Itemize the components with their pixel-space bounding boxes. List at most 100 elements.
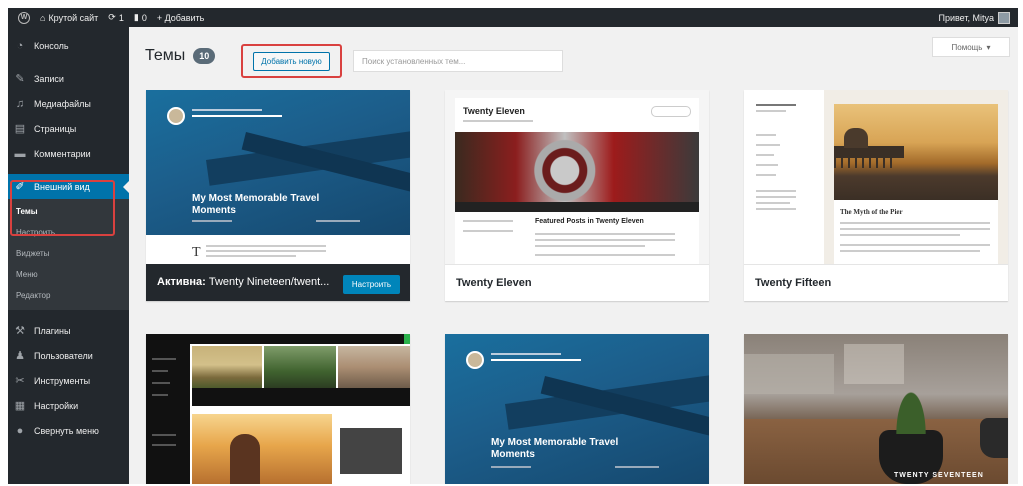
main-content: Темы 10 Добавить новую Поиск установленн… [129, 27, 1018, 484]
sidebar-item-settings[interactable]: ▦ Настройки [8, 393, 129, 418]
theme-card[interactable]: Twenty Eleven Featured Posts in Twenty E… [445, 90, 709, 301]
media-icon: ♫ [15, 97, 25, 110]
updates-count: 1 [118, 12, 124, 23]
submenu-menus[interactable]: Меню [8, 264, 129, 285]
preview-title: My Most Memorable Travel Moments [491, 437, 619, 460]
preview-sidebar [744, 90, 824, 264]
greeting-label: Привет, Mitya [938, 12, 994, 23]
preview-search-field [651, 106, 691, 117]
theme-card[interactable] [146, 334, 410, 484]
home-icon: ⌂ [40, 12, 46, 23]
sidebar-item-comments[interactable]: ▬ Комментарии [8, 141, 129, 166]
comments-link[interactable]: ▮ 0 [134, 12, 147, 23]
settings-icon: ▦ [14, 400, 26, 412]
customize-button[interactable]: Настроить [342, 275, 400, 294]
theme-name: Twenty Nineteen/twent... [208, 276, 330, 288]
sidebar-item-posts[interactable]: ✎ Записи [8, 66, 129, 91]
preview-heading: Featured Posts in Twenty Eleven [535, 218, 644, 225]
sidebar-item-label: Настройки [34, 400, 79, 411]
comments-icon: ▬ [14, 147, 26, 160]
chevron-down-icon: ▾ [986, 42, 991, 52]
sidebar-item-label: Консоль [34, 40, 69, 51]
active-label: Активна: [157, 276, 206, 288]
drop-cap: T [192, 245, 201, 260]
add-new-theme-button[interactable]: Добавить новую [253, 51, 330, 71]
new-content-link[interactable]: + Добавить [157, 13, 205, 23]
theme-name-bar: Twenty Eleven [445, 264, 709, 301]
theme-name-bar: Twenty Fifteen [744, 264, 1008, 301]
wp-logo-button[interactable]: W [18, 11, 30, 24]
account-menu[interactable]: Привет, Mitya [938, 11, 1010, 24]
submenu-widgets[interactable]: Виджеты [8, 243, 129, 264]
preview-sidebar [146, 344, 190, 484]
pin-icon: ✎ [15, 73, 25, 85]
theme-screenshot [146, 334, 410, 484]
preview-article: The Myth of the Pier [834, 104, 998, 264]
admin-sidebar: ◔ Консоль ✎ Записи ♫ Медиафайлы ▤ Страницы ▬… [8, 27, 129, 484]
refresh-icon: ⟳ [108, 12, 116, 22]
theme-card[interactable]: TWENTY SEVENTEEN [744, 334, 1008, 484]
author-avatar [167, 107, 185, 125]
tools-icon: ✂ [15, 375, 25, 387]
sidebar-item-label: Свернуть меню [34, 425, 99, 436]
page-header: Темы 10 [145, 47, 216, 65]
preview-image [192, 346, 262, 388]
theme-name: Twenty Fifteen [755, 277, 832, 289]
preview-title: My Most Memorable Travel Moments [192, 193, 320, 216]
theme-card[interactable]: My Most Memorable Travel Moments [445, 334, 709, 484]
preview-title: Twenty Eleven [463, 106, 525, 116]
wordpress-icon: W [18, 11, 30, 24]
sidebar-item-label: Записи [34, 73, 64, 84]
preview-nav-bar [455, 202, 699, 212]
theme-count-badge: 10 [193, 48, 216, 64]
site-name-link[interactable]: ⌂ Крутой сайт [40, 13, 98, 23]
theme-search-input[interactable]: Поиск установленных тем... [353, 50, 563, 72]
site-name-label: Крутой сайт [48, 12, 99, 23]
preview-page: Twenty Eleven Featured Posts in Twenty E… [455, 98, 699, 264]
preview-image [338, 346, 410, 388]
preview-image [340, 428, 402, 474]
updates-link[interactable]: ⟳ 1 [108, 12, 124, 23]
theme-screenshot: My Most Memorable Travel Moments [445, 334, 709, 484]
theme-screenshot: The Myth of the Pier [744, 90, 1008, 264]
author-avatar [466, 351, 484, 369]
sidebar-item-media[interactable]: ♫ Медиафайлы [8, 91, 129, 116]
help-tab-button[interactable]: Помощь ▾ [932, 37, 1010, 57]
sidebar-item-label: Комментарии [34, 148, 91, 159]
collapse-icon: ● [16, 424, 24, 437]
sidebar-item-label: Медиафайлы [34, 98, 91, 109]
sidebar-item-label: Пользователи [34, 350, 93, 361]
theme-card-active[interactable]: My Most Memorable Travel Moments T Актив… [146, 90, 410, 301]
dashboard-icon: ◔ [16, 39, 24, 52]
theme-screenshot: My Most Memorable Travel Moments [146, 90, 410, 235]
comment-bubble-icon: ▮ [133, 12, 139, 22]
help-label: Помощь [951, 42, 983, 52]
sidebar-collapse-menu[interactable]: ● Свернуть меню [8, 418, 129, 443]
preview-plant [894, 386, 928, 434]
sidebar-item-tools[interactable]: ✂ Инструменты [8, 368, 129, 393]
sidebar-item-pages[interactable]: ▤ Страницы [8, 116, 129, 141]
plugins-icon: ⚒ [15, 325, 25, 337]
pages-icon: ▤ [14, 123, 26, 135]
preview-header-image [455, 132, 699, 202]
sidebar-item-dashboard[interactable]: ◔ Консоль [8, 33, 129, 58]
users-icon: ♟ [15, 350, 25, 362]
submenu-editor[interactable]: Редактор [8, 285, 129, 306]
theme-card[interactable]: The Myth of the Pier Twenty Fifteen [744, 90, 1008, 301]
avatar [998, 11, 1010, 24]
new-content-label: + Добавить [156, 12, 205, 23]
highlight-appearance-themes [10, 180, 115, 236]
add-new-theme-highlight: Добавить новую [241, 44, 342, 78]
sidebar-item-label: Инструменты [34, 375, 91, 386]
wp-admin-window: W ⌂ Крутой сайт ⟳ 1 ▮ 0 + Добавить Привет, … [8, 8, 1018, 484]
preview-title: TWENTY SEVENTEEN [894, 472, 984, 479]
sidebar-item-label: Плагины [34, 325, 71, 336]
preview-pier-image [834, 104, 998, 200]
comments-count: 0 [141, 12, 147, 23]
preview-image [192, 414, 332, 484]
theme-name: Twenty Eleven [456, 277, 532, 289]
sidebar-item-plugins[interactable]: ⚒ Плагины [8, 318, 129, 343]
theme-screenshot: Twenty Eleven Featured Posts in Twenty E… [445, 90, 709, 264]
sidebar-item-users[interactable]: ♟ Пользователи [8, 343, 129, 368]
admin-bar: W ⌂ Крутой сайт ⟳ 1 ▮ 0 + Добавить Привет, … [8, 8, 1018, 27]
